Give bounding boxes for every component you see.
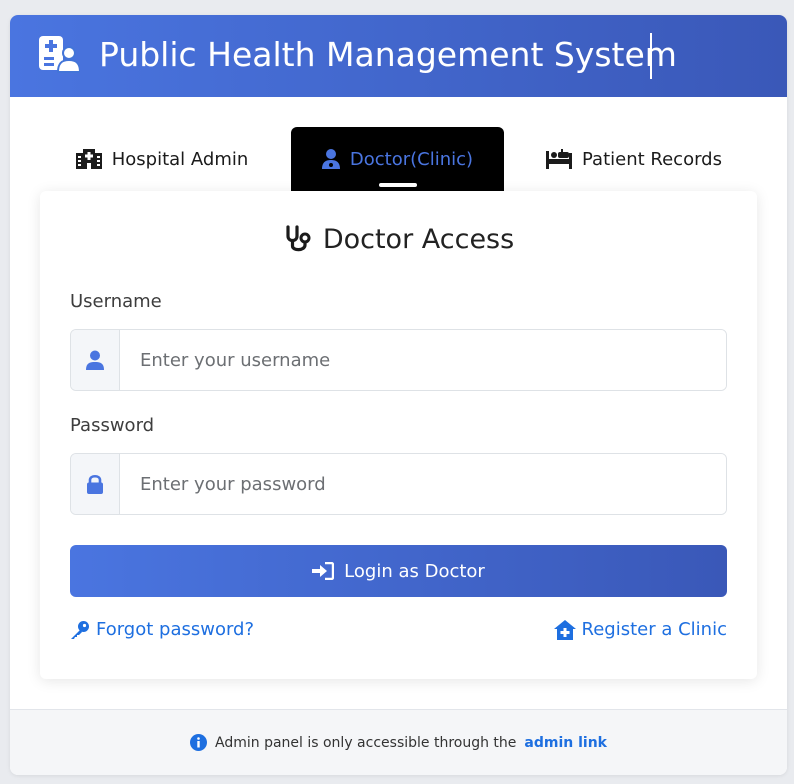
lock-icon xyxy=(87,474,103,494)
tab-patient-records[interactable]: Patient Records xyxy=(534,127,734,191)
login-heading: Doctor Access xyxy=(40,219,757,259)
app-card: Public Health Management System Hospital… xyxy=(10,15,787,775)
footer-note: Admin panel is only accessible through t… xyxy=(10,709,787,775)
tab-hospital-admin[interactable]: Hospital Admin xyxy=(62,127,262,191)
hospital-icon xyxy=(75,149,102,169)
username-field xyxy=(70,329,727,391)
username-label: Username xyxy=(70,291,162,312)
tab-label: Patient Records xyxy=(582,148,722,170)
page-title: Public Health Management System xyxy=(99,35,677,74)
login-panel: Doctor Access Username Password xyxy=(40,191,757,679)
app-header: Public Health Management System xyxy=(10,15,787,97)
admin-link[interactable]: admin link xyxy=(524,735,607,751)
login-button[interactable]: Login as Doctor xyxy=(70,545,727,597)
user-icon xyxy=(86,350,104,370)
password-addon xyxy=(71,454,120,514)
login-title: Doctor Access xyxy=(322,223,515,255)
username-addon xyxy=(71,330,120,390)
tab-label: Hospital Admin xyxy=(111,148,249,170)
tab-doctor-clinic[interactable]: Doctor(Clinic) xyxy=(291,127,504,191)
hospital-user-icon xyxy=(39,36,80,73)
password-input[interactable] xyxy=(120,454,726,514)
key-icon xyxy=(71,620,89,639)
bed-patient-icon xyxy=(546,149,573,169)
forgot-password-link[interactable]: Forgot password? xyxy=(70,619,254,640)
footer-text: Admin panel is only accessible through t… xyxy=(215,734,517,751)
text-cursor xyxy=(650,33,652,79)
user-doctor-icon xyxy=(321,149,340,169)
active-tab-indicator xyxy=(379,183,417,187)
login-button-label: Login as Doctor xyxy=(344,560,485,582)
role-tabs: Hospital Admin Doctor(Clinic) Patient Re… xyxy=(10,127,787,191)
forgot-password-label: Forgot password? xyxy=(96,619,255,640)
tab-label: Doctor(Clinic) xyxy=(349,148,474,170)
info-icon xyxy=(190,734,207,751)
register-clinic-link[interactable]: Register a Clinic xyxy=(553,619,727,640)
password-field xyxy=(70,453,727,515)
house-medical-icon xyxy=(553,619,576,640)
password-label: Password xyxy=(70,415,155,436)
sign-in-icon xyxy=(312,562,335,580)
register-clinic-label: Register a Clinic xyxy=(581,619,727,640)
stethoscope-icon xyxy=(286,225,311,252)
username-input[interactable] xyxy=(120,330,726,390)
